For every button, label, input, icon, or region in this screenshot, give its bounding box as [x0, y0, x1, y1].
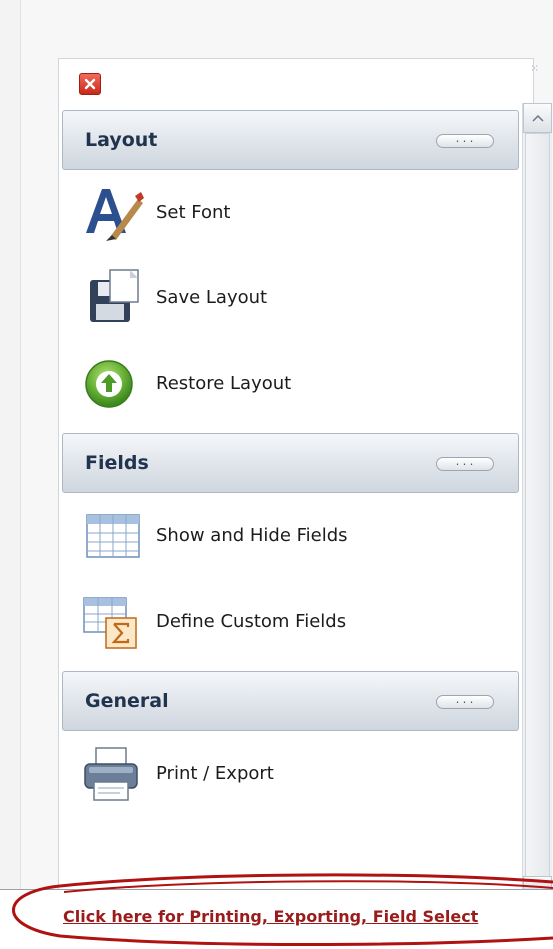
close-button[interactable] — [79, 73, 101, 95]
section-title: Fields — [85, 452, 149, 474]
grip-icon[interactable]: ⁙ — [530, 62, 546, 76]
scroll-down-button[interactable] — [523, 876, 552, 890]
save-layout-item[interactable]: Save Layout — [80, 268, 500, 328]
font-icon — [80, 183, 144, 243]
section-title: Layout — [85, 129, 158, 151]
item-label: Save Layout — [156, 287, 268, 308]
vertical-scrollbar[interactable] — [522, 103, 552, 890]
custom-fields-sigma-icon — [80, 592, 144, 652]
item-label: Set Font — [156, 202, 231, 223]
define-custom-fields-item[interactable]: Define Custom Fields — [80, 592, 500, 652]
collapse-button[interactable]: ... — [436, 695, 494, 709]
chevron-up-icon — [531, 114, 544, 122]
set-font-item[interactable]: Set Font — [80, 183, 500, 243]
print-export-item[interactable]: Print / Export — [80, 744, 500, 804]
section-header-fields[interactable]: Fields ... — [62, 433, 519, 493]
collapse-button[interactable]: ... — [436, 134, 494, 148]
restore-arrow-icon — [80, 354, 144, 414]
section-header-general[interactable]: General ... — [62, 671, 519, 731]
printer-icon — [80, 744, 144, 804]
scroll-thumb[interactable] — [525, 133, 550, 877]
section-title: General — [85, 690, 169, 712]
item-label: Show and Hide Fields — [156, 525, 348, 546]
grid-icon — [80, 506, 144, 566]
show-hide-fields-item[interactable]: Show and Hide Fields — [80, 506, 500, 566]
status-help-link[interactable]: Click here for Printing, Exporting, Fiel… — [63, 907, 553, 926]
collapse-button[interactable]: ... — [436, 457, 494, 471]
item-label: Restore Layout — [156, 373, 292, 394]
item-label: Print / Export — [156, 763, 274, 784]
close-icon — [84, 78, 96, 90]
section-header-layout[interactable]: Layout ... — [62, 110, 519, 170]
restore-layout-item[interactable]: Restore Layout — [80, 354, 500, 414]
save-layout-icon — [80, 268, 144, 328]
item-label: Define Custom Fields — [156, 611, 347, 632]
scroll-up-button[interactable] — [523, 103, 552, 133]
